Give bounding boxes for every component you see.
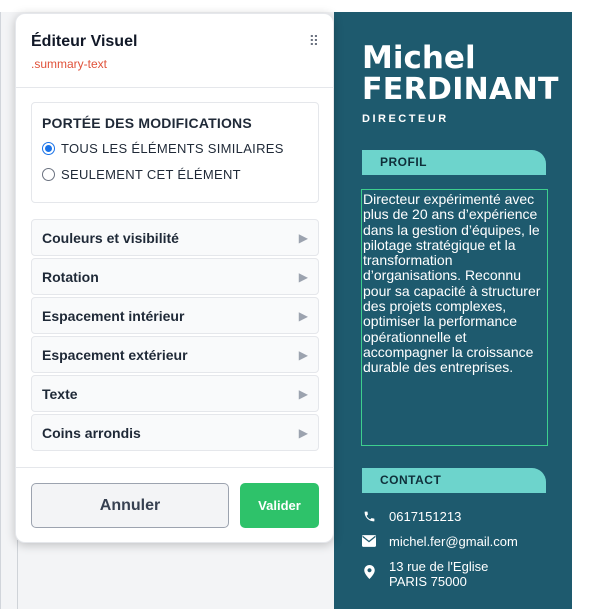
envelope-icon (362, 534, 376, 548)
section-text[interactable]: Texte ▶ (31, 375, 319, 412)
contact-heading[interactable]: CONTACT (362, 468, 546, 493)
summary-text[interactable]: Directeur expérimenté avec plus de 20 an… (361, 189, 548, 446)
chevron-right-icon: ▶ (298, 386, 308, 401)
contact-address[interactable]: 13 rue de l'Eglise PARIS 75000 (362, 559, 488, 589)
radio-single[interactable] (42, 168, 55, 181)
chevron-right-icon: ▶ (298, 347, 308, 362)
profile-heading[interactable]: PROFIL (362, 150, 546, 175)
section-padding[interactable]: Espacement intérieur ▶ (31, 297, 319, 334)
phone-icon (362, 509, 376, 523)
chevron-right-icon: ▶ (298, 230, 308, 245)
section-label: Rotation (42, 268, 99, 285)
section-label: Coins arrondis (42, 424, 141, 441)
scope-title: PORTÉE DES MODIFICATIONS (42, 115, 252, 131)
chevron-right-icon: ▶ (298, 308, 308, 323)
editor-header: Éditeur Visuel .summary-text ⠿ (16, 14, 333, 88)
screen: Michel FERDINANT DIRECTEUR PROFIL Direct… (0, 0, 600, 609)
email-text: michel.fer@gmail.com (389, 534, 518, 549)
scope-option-all-label: TOUS LES ÉLÉMENTS SIMILAIRES (61, 141, 284, 156)
scope-option-single[interactable]: SEULEMENT CET ÉLÉMENT (42, 167, 308, 182)
resume-role[interactable]: DIRECTEUR (362, 113, 449, 125)
resume-last-name[interactable]: FERDINANT (362, 74, 559, 106)
scope-option-all[interactable]: TOUS LES ÉLÉMENTS SIMILAIRES (42, 141, 308, 156)
chevron-right-icon: ▶ (298, 425, 308, 440)
cancel-button[interactable]: Annuler (31, 483, 229, 528)
section-label: Espacement extérieur (42, 346, 188, 363)
phone-text: 0617151213 (389, 509, 462, 524)
resume-sidebar: Michel FERDINANT DIRECTEUR PROFIL Direct… (334, 12, 572, 609)
page-edge-line (17, 540, 18, 609)
radio-all[interactable] (42, 142, 55, 155)
confirm-button[interactable]: Valider (240, 483, 319, 528)
section-label: Espacement intérieur (42, 307, 185, 324)
address-text: 13 rue de l'Eglise PARIS 75000 (389, 559, 488, 589)
chevron-right-icon: ▶ (298, 269, 308, 284)
section-border-radius[interactable]: Coins arrondis ▶ (31, 414, 319, 451)
section-margin[interactable]: Espacement extérieur ▶ (31, 336, 319, 373)
resume-first-name[interactable]: Michel (362, 42, 476, 74)
contact-email[interactable]: michel.fer@gmail.com (362, 534, 518, 549)
footer-divider (16, 467, 333, 468)
address-line-2: PARIS 75000 (389, 574, 467, 589)
editor-selector: .summary-text (31, 57, 108, 71)
map-pin-icon (362, 565, 376, 579)
scope-option-single-label: SEULEMENT CET ÉLÉMENT (61, 167, 241, 182)
drag-handle-icon[interactable]: ⠿ (309, 33, 319, 50)
section-rotation[interactable]: Rotation ▶ (31, 258, 319, 295)
contact-phone[interactable]: 0617151213 (362, 509, 461, 524)
scope-box: PORTÉE DES MODIFICATIONS TOUS LES ÉLÉMEN… (31, 102, 319, 203)
section-colors-visibility[interactable]: Couleurs et visibilité ▶ (31, 219, 319, 256)
section-label: Texte (42, 385, 78, 402)
visual-editor-panel: Éditeur Visuel .summary-text ⠿ PORTÉE DE… (15, 13, 334, 543)
editor-title: Éditeur Visuel (31, 33, 138, 50)
section-label: Couleurs et visibilité (42, 229, 179, 246)
address-line-1: 13 rue de l'Eglise (389, 559, 489, 574)
